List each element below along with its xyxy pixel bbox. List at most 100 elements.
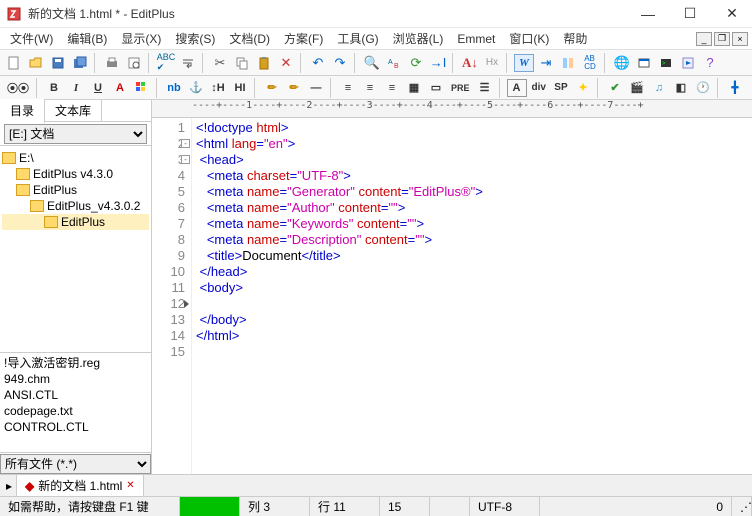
mdi-close[interactable]: × <box>732 32 748 46</box>
menu-browser[interactable]: 浏览器(L) <box>387 28 450 49</box>
tree-item[interactable]: EditPlus_v4.3.0.2 <box>2 198 149 214</box>
paste-icon[interactable] <box>254 53 274 73</box>
menu-view[interactable]: 显示(X) <box>115 28 167 49</box>
italic-button[interactable]: I <box>66 79 86 97</box>
mdi-restore[interactable]: ❐ <box>714 32 730 46</box>
run-icon[interactable] <box>678 53 698 73</box>
menu-emmet[interactable]: Emmet <box>451 30 501 48</box>
print-preview-icon[interactable] <box>124 53 144 73</box>
music-icon[interactable]: ♫ <box>649 79 669 97</box>
file-filter[interactable]: 所有文件 (*.*) <box>0 454 151 474</box>
file-item[interactable]: ANSI.CTL <box>4 387 147 403</box>
folder-tree[interactable]: E:\EditPlus v4.3.0EditPlusEditPlus_v4.3.… <box>0 146 151 352</box>
tree-item[interactable]: EditPlus v4.3.0 <box>2 166 149 182</box>
font-icon[interactable]: A↓ <box>460 53 480 73</box>
menu-help[interactable]: 帮助 <box>557 28 593 49</box>
goto-icon[interactable]: →I <box>428 53 448 73</box>
column-icon[interactable] <box>558 53 578 73</box>
hex-icon[interactable]: Hx <box>482 53 502 73</box>
anchor-icon[interactable]: ⚓ <box>186 79 206 97</box>
star-icon[interactable]: ✦ <box>573 79 593 97</box>
new-file-icon[interactable] <box>4 53 24 73</box>
applet-icon[interactable]: ◧ <box>671 79 691 97</box>
menu-document[interactable]: 文档(D) <box>223 28 276 49</box>
file-item[interactable]: !导入激活密钥.reg <box>4 355 147 371</box>
document-tab[interactable]: ◆ 新的文档 1.html ✕ <box>16 474 144 497</box>
find-icon[interactable]: 🔍 <box>362 53 382 73</box>
list-icon[interactable]: ☰ <box>475 79 495 97</box>
word-wrap-icon[interactable] <box>178 53 198 73</box>
file-list[interactable]: !导入激活密钥.reg949.chmANSI.CTLcodepage.txtCO… <box>0 352 151 452</box>
tree-item[interactable]: EditPlus <box>2 182 149 198</box>
line-icon[interactable]: — <box>306 79 326 97</box>
refresh-icon[interactable]: ⟳ <box>406 53 426 73</box>
tree-item[interactable]: E:\ <box>2 150 149 166</box>
align-left-icon[interactable]: ≡ <box>338 79 358 97</box>
delete-icon[interactable]: ✕ <box>276 53 296 73</box>
pencil2-icon[interactable]: ✏ <box>284 79 304 97</box>
menu-edit[interactable]: 编辑(B) <box>61 28 113 49</box>
code-editor[interactable]: 12-3-456789101112131415 <!doctype html><… <box>152 118 752 474</box>
div-button[interactable]: div <box>529 79 549 97</box>
plus-icon[interactable]: ╋ <box>725 79 745 97</box>
window-icon[interactable] <box>634 53 654 73</box>
minimize-button[interactable]: — <box>634 6 662 22</box>
open-file-icon[interactable] <box>26 53 46 73</box>
browser-icon[interactable]: 🌐 <box>612 53 632 73</box>
pencil-icon[interactable]: ✏ <box>262 79 282 97</box>
tab-close-icon[interactable]: ✕ <box>126 480 134 491</box>
palette-icon[interactable] <box>132 79 152 97</box>
bullets-icon[interactable]: ⦿⦿ <box>4 79 32 97</box>
terminal-icon[interactable]: > <box>656 53 676 73</box>
print-icon[interactable] <box>102 53 122 73</box>
heading-button[interactable]: ↕H <box>208 79 228 97</box>
menu-project[interactable]: 方案(F) <box>278 28 329 49</box>
modified-indicator-icon: ◆ <box>25 479 34 493</box>
redo-icon[interactable]: ↷ <box>330 53 350 73</box>
drive-selector[interactable]: [E:] 文档 <box>4 124 147 144</box>
pre-button[interactable]: PRE <box>448 79 473 97</box>
status-help: 如需帮助，请按键盘 F1 键 <box>0 497 180 516</box>
mdi-minimize[interactable]: _ <box>696 32 712 46</box>
close-button[interactable]: ✕ <box>718 5 746 22</box>
indent-icon[interactable]: ⇥ <box>536 53 556 73</box>
menu-window[interactable]: 窗口(K) <box>503 28 555 49</box>
hr-button[interactable]: HI <box>230 79 250 97</box>
maximize-button[interactable]: ☐ <box>676 5 704 22</box>
code-area[interactable]: <!doctype html><html lang="en"> <head> <… <box>192 118 487 474</box>
underline-button[interactable]: U <box>88 79 108 97</box>
nbsp-button[interactable]: nb <box>164 79 184 97</box>
file-item[interactable]: 949.chm <box>4 371 147 387</box>
copy-icon[interactable] <box>232 53 252 73</box>
save-all-icon[interactable] <box>70 53 90 73</box>
spell-check-icon[interactable]: ABC✔ <box>156 53 176 73</box>
file-item[interactable]: codepage.txt <box>4 403 147 419</box>
help-icon[interactable]: ? <box>700 53 720 73</box>
bold-button[interactable]: B <box>44 79 64 97</box>
wordwrap-toggle[interactable]: W <box>514 54 534 72</box>
font-color-button[interactable]: A <box>110 79 130 97</box>
menu-tools[interactable]: 工具(G) <box>331 28 384 49</box>
file-item[interactable]: CONTROL.CTL <box>4 419 147 435</box>
font-a-button[interactable]: A <box>507 79 527 97</box>
tablist-icon[interactable]: ▸ <box>2 479 16 493</box>
check-icon[interactable]: ✔ <box>605 79 625 97</box>
form-button-icon[interactable]: ▭ <box>426 79 446 97</box>
tree-item[interactable]: EditPlus <box>2 214 149 230</box>
menu-search[interactable]: 搜索(S) <box>169 28 221 49</box>
film-icon[interactable]: 🎬 <box>627 79 647 97</box>
sidebar-tab-directory[interactable]: 目录 <box>0 99 45 124</box>
align-center-icon[interactable]: ≡ <box>360 79 380 97</box>
undo-icon[interactable]: ↶ <box>308 53 328 73</box>
menu-file[interactable]: 文件(W) <box>4 28 59 49</box>
align-right-icon[interactable]: ≡ <box>382 79 402 97</box>
cut-icon[interactable]: ✂ <box>210 53 230 73</box>
charset-icon[interactable]: ABCD <box>580 53 600 73</box>
save-icon[interactable] <box>48 53 68 73</box>
table-icon[interactable]: ▦ <box>404 79 424 97</box>
clock-icon[interactable]: 🕐 <box>693 79 713 97</box>
sidebar-tab-cliptext[interactable]: 文本库 <box>45 99 102 122</box>
replace-icon[interactable]: AB <box>384 53 404 73</box>
status-resize-grip[interactable]: ⋰ <box>732 497 752 516</box>
sp-button[interactable]: SP <box>551 79 571 97</box>
